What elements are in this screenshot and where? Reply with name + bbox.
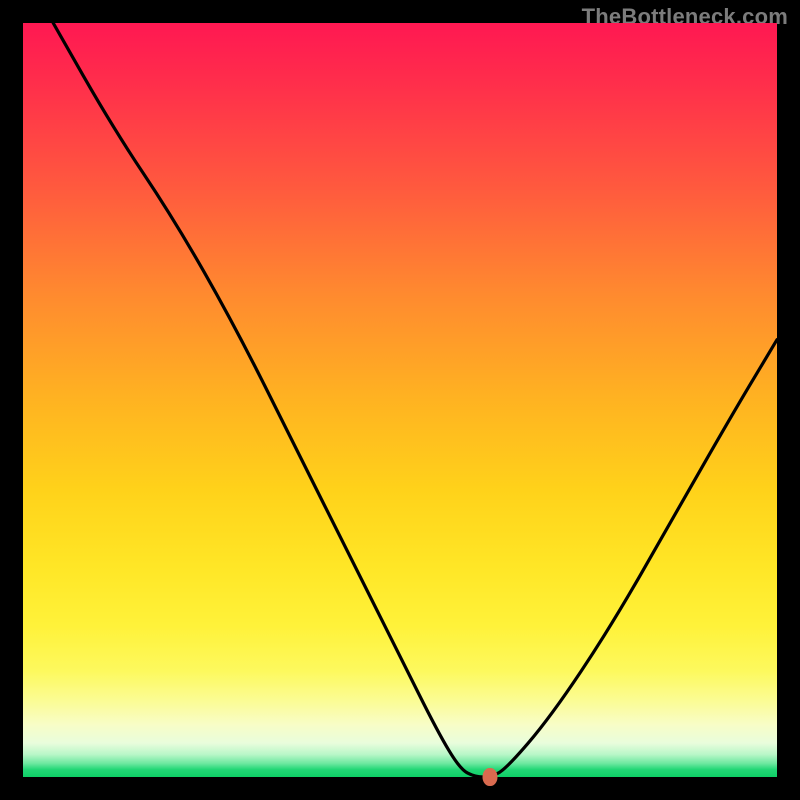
chart-container: TheBottleneck.com	[0, 0, 800, 800]
minimum-marker	[483, 768, 498, 786]
plot-area	[23, 23, 777, 777]
bottleneck-curve	[23, 23, 777, 777]
